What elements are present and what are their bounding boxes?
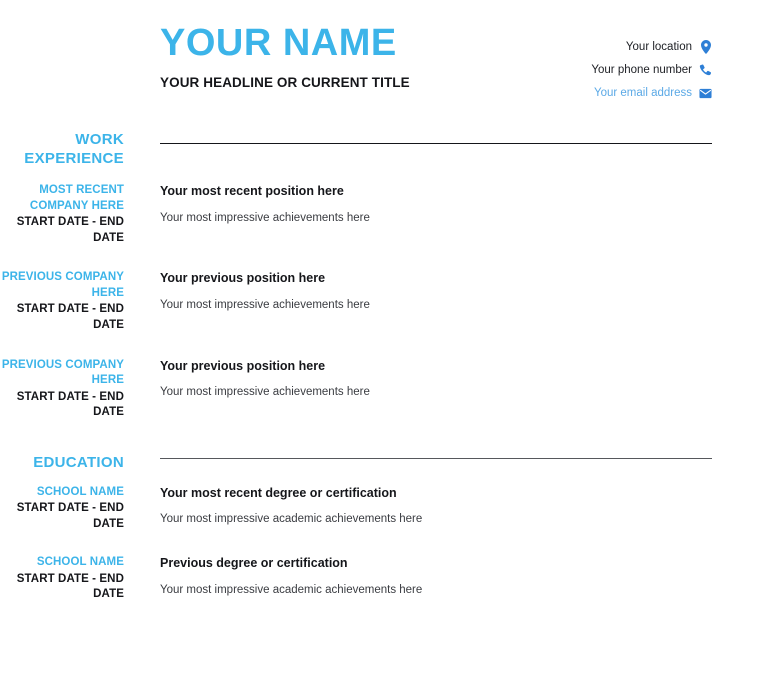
work-achievements: Your most impressive achievements here <box>160 211 370 224</box>
work-experience-section: WORK EXPERIENCE MOST RECENT COMPANY HERE… <box>0 130 760 421</box>
work-company-name: MOST RECENT COMPANY HERE <box>29 184 124 212</box>
education-dates: START DATE - END DATE <box>16 572 124 601</box>
education-entry-meta: SCHOOL NAME START DATE - END DATE <box>0 555 124 603</box>
work-heading-row: WORK EXPERIENCE <box>0 130 760 168</box>
work-position-title: Your previous position here <box>160 358 326 373</box>
location-pin-icon <box>699 40 712 54</box>
education-degree-title: Previous degree or certification <box>160 556 348 571</box>
education-entry: SCHOOL NAME START DATE - END DATE Your m… <box>0 485 760 533</box>
work-heading-cell: WORK EXPERIENCE <box>0 130 124 168</box>
contact-row-email[interactable]: Your email address <box>591 82 712 104</box>
work-entry: MOST RECENT COMPANY HERE START DATE - EN… <box>0 183 760 246</box>
contact-row-phone[interactable]: Your phone number <box>591 59 712 81</box>
education-entry-body: Your most recent degree or certification… <box>160 485 760 528</box>
work-position-title: Your most recent position here <box>160 184 344 199</box>
contact-email-text: Your email address <box>593 87 692 99</box>
work-dates: START DATE - END DATE <box>16 303 124 331</box>
work-company-name: PREVIOUS COMPANY HERE <box>1 358 124 387</box>
work-entry: PREVIOUS COMPANY HERE START DATE - END D… <box>0 358 760 421</box>
work-company-name: PREVIOUS COMPANY HERE <box>1 271 124 299</box>
education-entry: SCHOOL NAME START DATE - END DATE Previo… <box>0 555 760 603</box>
education-degree-title: Your most recent degree or certification <box>160 485 397 500</box>
education-dates: START DATE - END DATE <box>16 502 124 530</box>
work-section-divider <box>160 143 712 144</box>
work-entry-meta: PREVIOUS COMPANY HERE START DATE - END D… <box>0 270 124 333</box>
work-section-heading: WORK EXPERIENCE <box>24 131 124 168</box>
contact-row-location[interactable]: Your location <box>591 36 712 58</box>
education-section-heading: EDUCATION <box>33 453 124 471</box>
work-achievements: Your most impressive achievements here <box>160 298 370 311</box>
education-section-divider <box>160 457 712 459</box>
education-entry-body: Previous degree or certification Your mo… <box>160 555 760 598</box>
phone-icon <box>699 63 712 77</box>
education-achievements: Your most impressive academic achievemen… <box>160 513 423 525</box>
resume-page: YOUR NAME YOUR HEADLINE OR CURRENT TITLE… <box>0 0 760 696</box>
work-entry-body: Your previous position here Your most im… <box>160 358 760 401</box>
contact-phone-text: Your phone number <box>591 64 692 76</box>
work-entry-body: Your most recent position here Your most… <box>160 183 760 226</box>
education-heading-row: EDUCATION <box>0 453 760 472</box>
education-school-name: SCHOOL NAME <box>36 485 124 498</box>
work-dates: START DATE - END DATE <box>16 390 124 419</box>
work-entry-body: Your previous position here Your most im… <box>160 270 760 313</box>
work-position-title: Your previous position here <box>160 271 326 286</box>
education-section: EDUCATION SCHOOL NAME START DATE - END D… <box>0 453 760 603</box>
headline-subtitle: YOUR HEADLINE OR CURRENT TITLE <box>160 74 410 90</box>
education-school-name: SCHOOL NAME <box>36 556 124 569</box>
contact-location-text: Your location <box>625 41 692 53</box>
name-block: YOUR NAME YOUR HEADLINE OR CURRENT TITLE <box>160 22 410 90</box>
work-dates: START DATE - END DATE <box>16 216 124 244</box>
page-title: YOUR NAME <box>160 22 397 64</box>
education-heading-cell: EDUCATION <box>0 453 124 472</box>
contact-info: Your location Your phone number Your ema… <box>591 36 712 105</box>
work-entry-meta: PREVIOUS COMPANY HERE START DATE - END D… <box>0 358 124 421</box>
work-entry: PREVIOUS COMPANY HERE START DATE - END D… <box>0 270 760 333</box>
envelope-icon <box>699 86 712 100</box>
education-achievements: Your most impressive academic achievemen… <box>160 583 423 596</box>
education-entry-meta: SCHOOL NAME START DATE - END DATE <box>0 485 124 533</box>
resume-header: YOUR NAME YOUR HEADLINE OR CURRENT TITLE… <box>0 0 760 112</box>
work-entry-meta: MOST RECENT COMPANY HERE START DATE - EN… <box>0 183 124 246</box>
work-achievements: Your most impressive achievements here <box>160 385 370 398</box>
